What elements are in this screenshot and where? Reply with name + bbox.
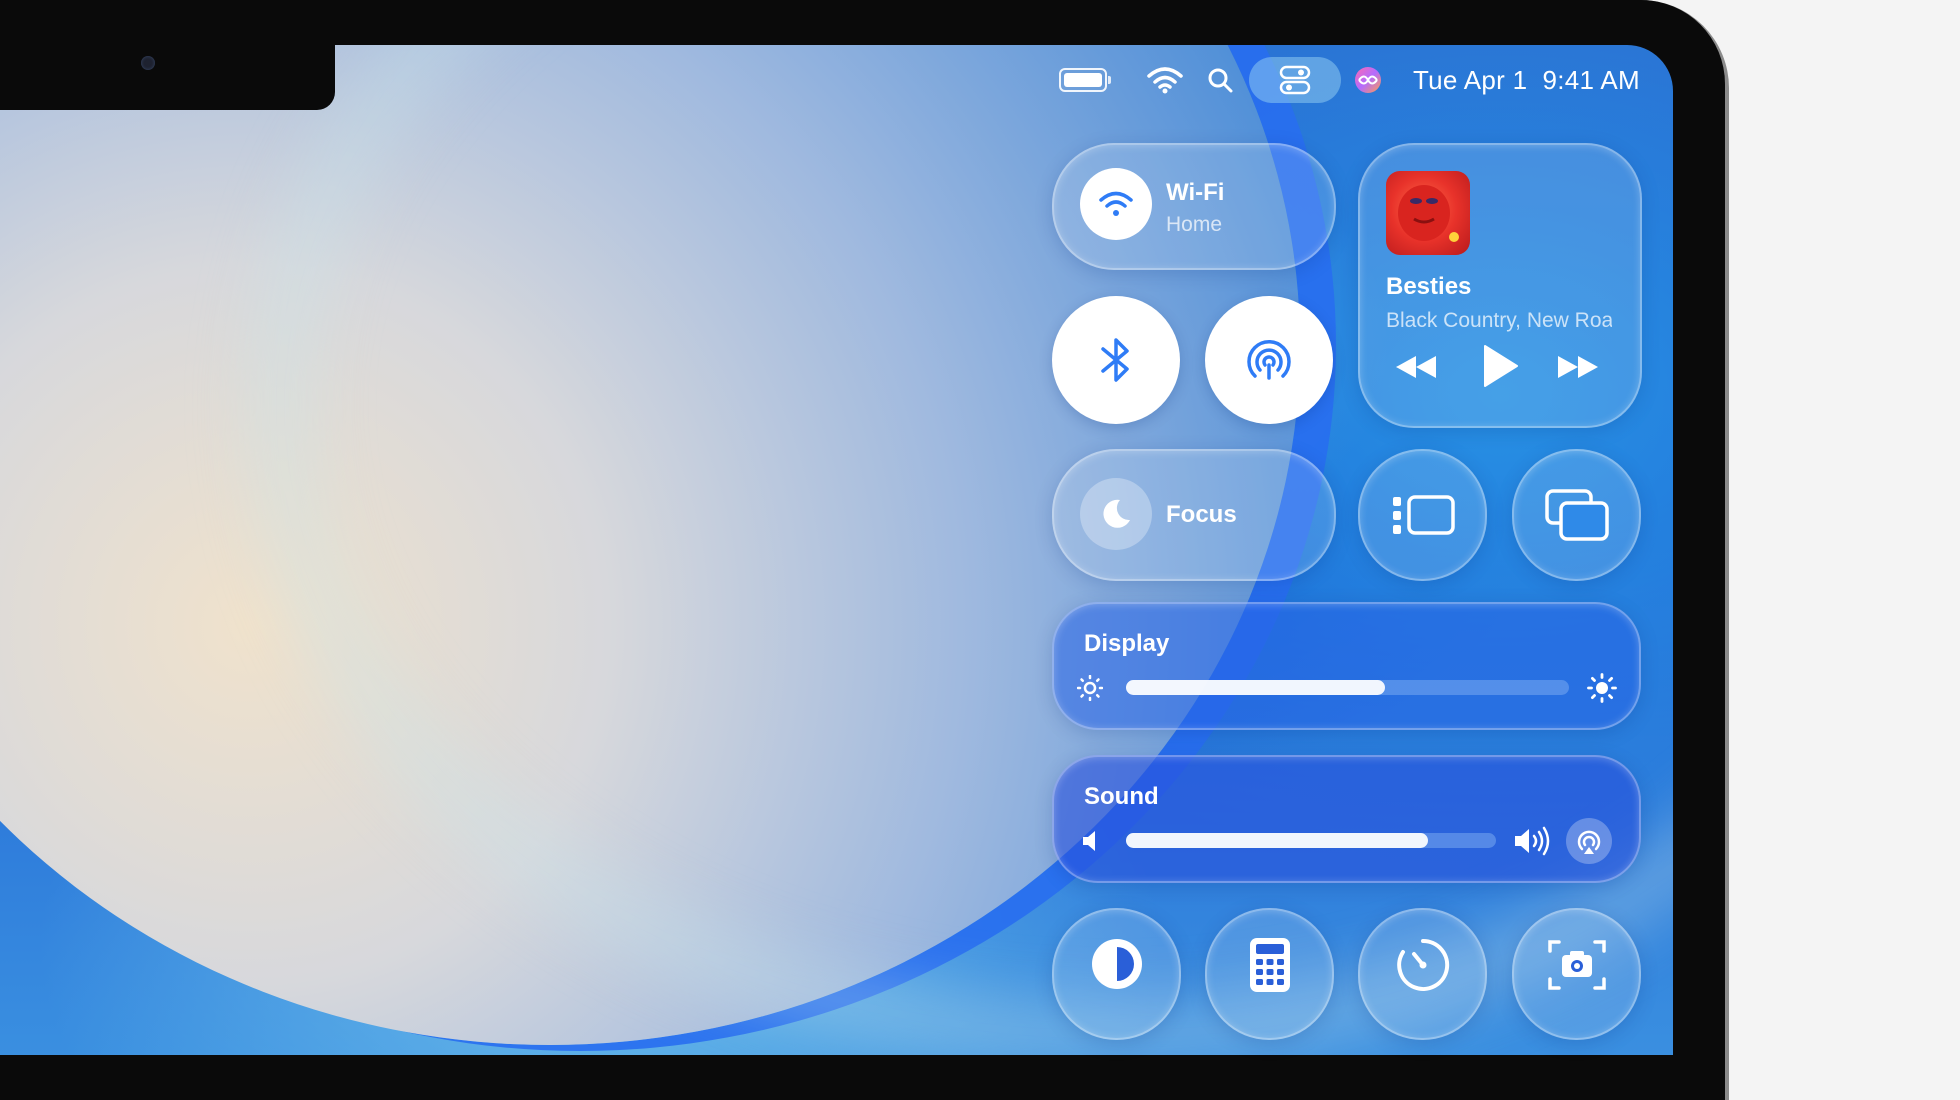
wifi-network-name: Home (1166, 213, 1223, 236)
siri-button[interactable] (1353, 57, 1383, 103)
calculator-icon (1249, 938, 1290, 992)
search-icon (1208, 68, 1233, 93)
album-art-image (1398, 185, 1459, 242)
rewind-button[interactable] (1394, 349, 1438, 385)
moon-icon (1103, 499, 1130, 528)
focus-label: Focus (1166, 501, 1237, 528)
display-tile: Display (1052, 602, 1641, 730)
rewind-icon (1396, 356, 1436, 378)
focus-toggle[interactable] (1080, 478, 1152, 550)
screen-mirroring-icon (1544, 489, 1609, 541)
airdrop-toggle[interactable] (1205, 296, 1333, 424)
play-icon (1484, 345, 1518, 387)
brightness-slider[interactable] (1126, 680, 1569, 695)
screenshot-button[interactable] (1512, 908, 1641, 1040)
wifi-label: Wi-Fi (1166, 179, 1225, 206)
album-artwork (1386, 171, 1470, 255)
display-label: Display (1084, 630, 1170, 657)
fast-forward-button[interactable] (1556, 349, 1600, 385)
dark-mode-button[interactable] (1052, 908, 1181, 1040)
wifi-toggle[interactable] (1080, 168, 1152, 240)
focus-tile[interactable]: Focus (1052, 449, 1336, 581)
timer-icon (1396, 938, 1449, 991)
track-title: Besties (1386, 273, 1472, 300)
volume-slider-fill[interactable] (1126, 833, 1428, 848)
stage-manager-icon (1392, 495, 1455, 535)
brightness-high-icon (1586, 672, 1618, 704)
brightness-slider-fill[interactable] (1126, 680, 1386, 695)
volume-low-icon (1078, 827, 1104, 855)
airplay-audio-icon (1577, 830, 1601, 854)
wifi-tile[interactable]: Wi-Fi Home (1052, 143, 1336, 270)
bluetooth-toggle[interactable] (1052, 296, 1180, 424)
airplay-audio-button[interactable] (1566, 818, 1612, 864)
camera-icon (141, 56, 155, 70)
menubar-time: 9:41 AM (1542, 64, 1640, 95)
menubar-date: Tue Apr 1 (1412, 64, 1528, 95)
calculator-button[interactable] (1205, 908, 1334, 1040)
control-center-button[interactable] (1248, 57, 1341, 103)
sound-tile: Sound (1052, 755, 1641, 883)
screen-mirroring-button[interactable] (1512, 449, 1641, 581)
wifi-icon (1099, 191, 1133, 216)
menubar-clock[interactable]: Tue Apr 1 9:41 AM (1413, 65, 1640, 96)
battery-icon (1058, 68, 1111, 92)
dark-mode-icon (1091, 939, 1142, 989)
stage-manager-button[interactable] (1358, 449, 1487, 581)
wifi-status[interactable] (1147, 57, 1183, 103)
volume-slider[interactable] (1126, 833, 1496, 848)
track-artist: Black Country, New Road (1386, 309, 1612, 332)
bluetooth-icon (1101, 338, 1129, 382)
battery-status[interactable] (1058, 57, 1111, 103)
play-button[interactable] (1478, 341, 1522, 391)
control-center-icon (1279, 65, 1311, 95)
wifi-icon (1147, 67, 1183, 94)
fast-forward-icon (1558, 356, 1598, 378)
camera-notch (0, 45, 335, 110)
now-playing-tile[interactable]: Besties Black Country, New Road (1358, 143, 1642, 428)
timer-button[interactable] (1358, 908, 1487, 1040)
sound-label: Sound (1084, 783, 1159, 810)
spotlight-search[interactable] (1207, 57, 1233, 103)
brightness-low-icon (1076, 674, 1104, 702)
menu-bar: Tue Apr 1 9:41 AM (1041, 57, 1640, 103)
screenshot-icon (1547, 940, 1606, 990)
airdrop-icon (1247, 339, 1291, 380)
siri-icon (1354, 67, 1381, 93)
volume-high-icon (1512, 825, 1554, 857)
